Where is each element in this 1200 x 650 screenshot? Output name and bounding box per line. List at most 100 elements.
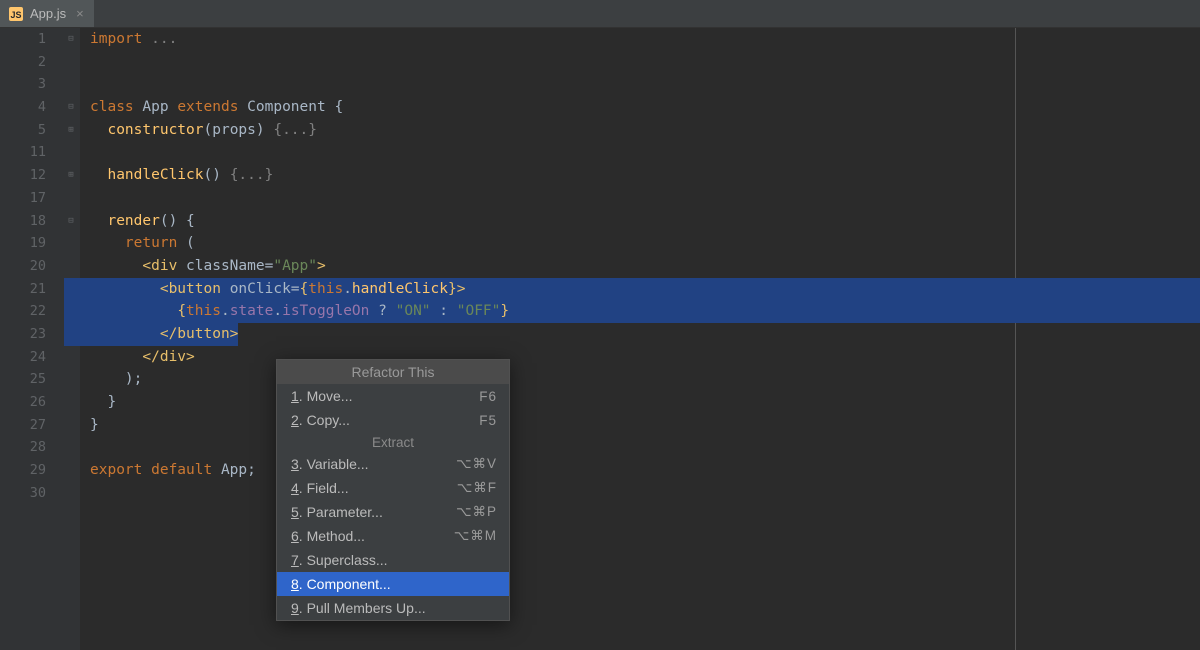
menu-title: Refactor This (277, 360, 509, 384)
menu-item-label: 4. Field... (291, 480, 349, 496)
menu-item-copy[interactable]: 2. Copy...F5 (277, 408, 509, 432)
code-token: "App" (273, 258, 317, 274)
code-token: Component (247, 99, 334, 115)
code-token: . (273, 303, 282, 319)
menu-item-superclass[interactable]: 7. Superclass... (277, 548, 509, 572)
menu-item-parameter[interactable]: 5. Parameter... ⌥⌘P (277, 500, 509, 524)
line-number: 20 (0, 255, 46, 278)
menu-item-shortcut: F6 (479, 389, 497, 404)
code-token: ? (369, 303, 395, 319)
code-token: this (308, 281, 343, 297)
menu-item-label: 7. Superclass... (291, 552, 388, 568)
fold-icon[interactable]: ⊟ (66, 102, 76, 112)
code-token: <button (90, 281, 230, 297)
line-number: 30 (0, 482, 46, 505)
code-token: ); (90, 371, 142, 387)
code-token: { (177, 303, 186, 319)
fold-icon[interactable]: ⊞ (66, 170, 76, 180)
line-number: 19 (0, 232, 46, 255)
line-number-gutter: 1234511121718192021222324252627282930 (0, 28, 64, 650)
code-token: render (90, 213, 160, 229)
code-token: > (457, 281, 466, 297)
line-number: 2 (0, 51, 46, 74)
fold-icon[interactable]: ⊟ (66, 216, 76, 226)
code-fold[interactable]: {...} (273, 122, 317, 138)
code-token: this (186, 303, 221, 319)
code-fold[interactable]: {...} (230, 167, 274, 183)
code-token: } (90, 394, 116, 410)
code-token: import (90, 31, 151, 47)
line-number: 18 (0, 210, 46, 233)
menu-item-variable[interactable]: 3. Variable... ⌥⌘V (277, 452, 509, 476)
menu-section-extract: Extract (277, 432, 509, 452)
code-fold[interactable]: ... (151, 31, 177, 47)
code-token: handleClick (90, 167, 204, 183)
line-number: 22 (0, 300, 46, 323)
menu-item-label: 1. Move... (291, 388, 352, 404)
menu-item-label: 3. Variable... (291, 456, 369, 472)
close-icon[interactable]: × (76, 6, 84, 21)
menu-item-shortcut: ⌥⌘M (454, 528, 497, 544)
code-token: ( (186, 235, 195, 251)
menu-item-label: 9. Pull Members Up... (291, 600, 426, 616)
line-number: 23 (0, 323, 46, 346)
code-token: } (500, 303, 509, 319)
menu-item-label: 8. Component... (291, 576, 391, 592)
code-token: = (291, 281, 300, 297)
code-token: . (221, 303, 230, 319)
menu-item-label: 5. Parameter... (291, 504, 383, 520)
fold-icon[interactable]: ⊟ (66, 34, 76, 44)
menu-item-pull-members-up[interactable]: 9. Pull Members Up... (277, 596, 509, 620)
line-number: 11 (0, 141, 46, 164)
menu-item-component[interactable]: 8. Component... (277, 572, 509, 596)
code-token: isToggleOn (282, 303, 369, 319)
code-token: "OFF" (457, 303, 501, 319)
code-token: . (343, 281, 352, 297)
line-number: 25 (0, 368, 46, 391)
code-token: { (300, 281, 309, 297)
menu-item-field[interactable]: 4. Field... ⌥⌘F (277, 476, 509, 500)
code-token: > (317, 258, 326, 274)
code-token: () { (160, 213, 195, 229)
code-token: class (90, 99, 142, 115)
js-file-icon: JS (8, 6, 24, 22)
menu-item-shortcut: ⌥⌘V (456, 456, 497, 472)
menu-item-shortcut: ⌥⌘P (456, 504, 497, 520)
line-number: 5 (0, 119, 46, 142)
code-token: (props) (204, 122, 274, 138)
code-token: "ON" (396, 303, 431, 319)
line-number: 29 (0, 459, 46, 482)
code-token (90, 303, 177, 319)
code-token: () (204, 167, 230, 183)
menu-item-shortcut: F5 (479, 413, 497, 428)
tab-bar: JS App.js × (0, 0, 1200, 28)
code-token: } (448, 281, 457, 297)
line-number: 28 (0, 436, 46, 459)
code-token: export (90, 462, 151, 478)
line-number: 3 (0, 73, 46, 96)
code-token: </div> (90, 349, 195, 365)
line-number: 24 (0, 346, 46, 369)
line-number: 21 (0, 278, 46, 301)
refactor-context-menu: Refactor This 1. Move... F6 2. Copy...F5 E… (276, 359, 510, 621)
menu-item-shortcut: ⌥⌘F (457, 480, 497, 496)
editor: 1234511121718192021222324252627282930 ⊟ … (0, 28, 1200, 650)
code-token: return (90, 235, 186, 251)
line-number: 26 (0, 391, 46, 414)
fold-icon[interactable]: ⊞ (66, 125, 76, 135)
file-tab[interactable]: JS App.js × (0, 0, 94, 27)
code-token: } (90, 417, 99, 433)
line-number: 17 (0, 187, 46, 210)
code-token: handleClick (352, 281, 448, 297)
code-token: App; (221, 462, 256, 478)
line-number: 1 (0, 28, 46, 51)
svg-text:JS: JS (10, 10, 21, 20)
menu-item-method[interactable]: 6. Method...⌥⌘M (277, 524, 509, 548)
code-token: <div (90, 258, 186, 274)
code-area[interactable]: import ... class App extends Component {… (80, 28, 1200, 650)
code-token: onClick (230, 281, 291, 297)
code-token: default (151, 462, 221, 478)
code-token: constructor (90, 122, 204, 138)
code-token: { (334, 99, 343, 115)
menu-item-move[interactable]: 1. Move... F6 (277, 384, 509, 408)
